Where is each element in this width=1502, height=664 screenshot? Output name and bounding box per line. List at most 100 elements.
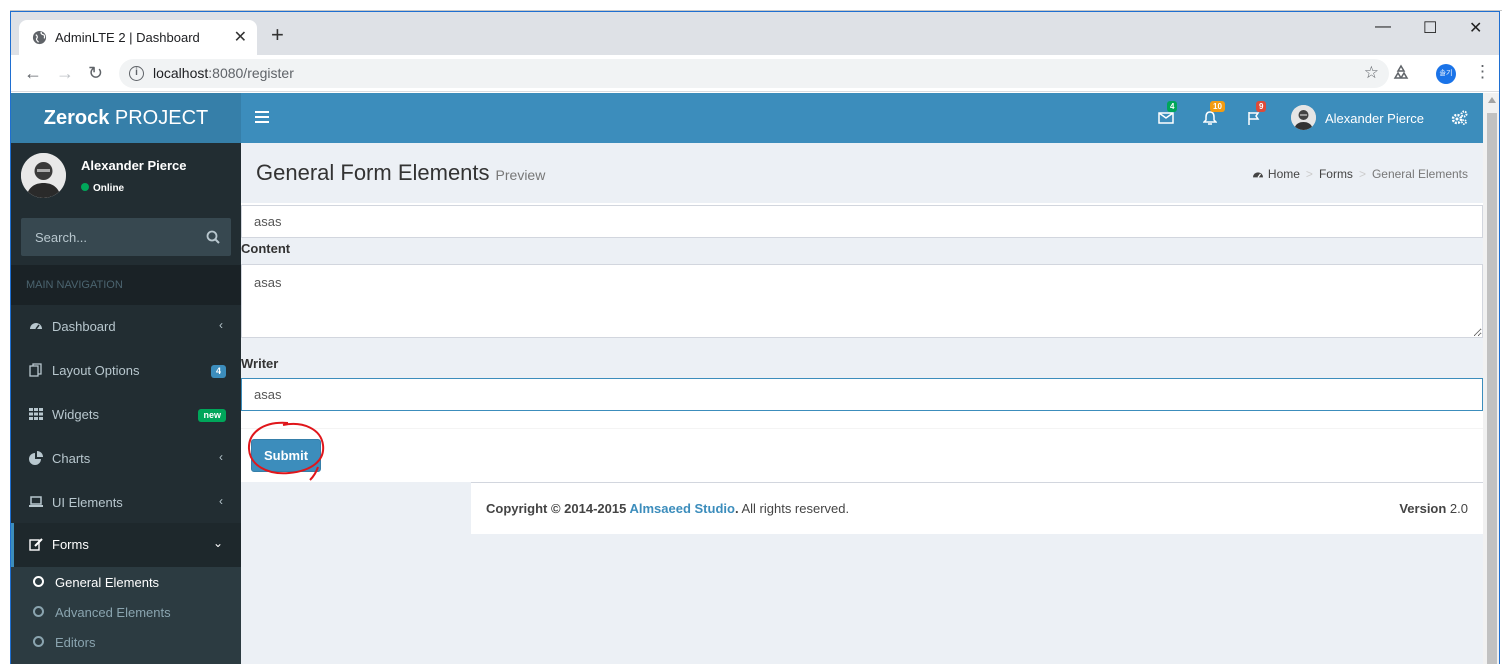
info-icon[interactable]: i	[129, 66, 144, 81]
user-panel: Alexander Pierce Online	[11, 143, 241, 203]
submenu-item-editors[interactable]: Editors	[11, 627, 241, 657]
browser-tab[interactable]: AdminLTE 2 | Dashboard ✕	[19, 20, 257, 55]
address-bar: ← → ↻ i localhost:8080/register ☆ 솔기 ⋮	[11, 55, 1499, 92]
flag-icon	[1248, 112, 1260, 125]
sidebar-item-dashboard[interactable]: Dashboard ‹	[11, 305, 241, 349]
envelope-icon	[1158, 112, 1174, 124]
window-close-icon[interactable]: ✕	[1469, 18, 1482, 38]
page-title: General Form Elements Preview	[256, 160, 546, 185]
sidebar-item-label: UI Elements	[52, 495, 123, 510]
sidebar-item-layout-options[interactable]: Layout Options 4	[11, 349, 241, 393]
background-page-strip	[0, 0, 10, 664]
chevron-left-icon: ‹	[219, 494, 223, 508]
layout-badge: 4	[210, 365, 226, 378]
red-annotation-circle	[247, 421, 325, 481]
content-wrapper: General Form Elements Preview Home > Forms >…	[241, 143, 1483, 664]
writer-input[interactable]	[241, 378, 1483, 411]
breadcrumb: Home > Forms > General Elements	[1252, 167, 1468, 181]
sidebar-item-label: Widgets	[52, 407, 99, 422]
messages-badge: 4	[1167, 101, 1178, 112]
tab-title: AdminLTE 2 | Dashboard	[55, 30, 200, 45]
bookmark-star-icon[interactable]: ☆	[1364, 63, 1379, 83]
close-tab-icon[interactable]: ✕	[234, 27, 247, 47]
company-link[interactable]: Almsaeed Studio	[629, 501, 734, 516]
breadcrumb-forms[interactable]: Forms	[1319, 167, 1353, 181]
sidebar-item-ui-elements[interactable]: UI Elements ‹	[11, 481, 241, 525]
sidebar-item-forms[interactable]: Forms ⌄	[11, 523, 241, 567]
background-page-top	[0, 0, 1502, 11]
circle-icon	[33, 606, 44, 617]
chevron-left-icon: ‹	[219, 318, 223, 332]
forms-submenu: General Elements Advanced Elements Edito…	[11, 567, 241, 664]
scroll-up-icon[interactable]	[1488, 97, 1496, 103]
files-icon	[29, 363, 42, 377]
writer-label: Writer	[241, 338, 1483, 378]
widgets-badge: new	[198, 409, 226, 422]
submenu-label: Editors	[55, 635, 96, 650]
th-icon	[29, 408, 43, 420]
minimize-icon[interactable]: —	[1375, 18, 1391, 36]
title-input[interactable]	[241, 205, 1483, 238]
edit-icon	[29, 538, 43, 551]
reload-icon[interactable]: ↻	[88, 63, 103, 83]
copyright: Copyright © 2014-2015 Almsaeed Studio. A…	[486, 501, 850, 516]
browser-menu-icon[interactable]: ⋮	[1474, 62, 1491, 82]
sidebar-user-name: Alexander Pierce	[81, 158, 187, 173]
dashboard-icon	[1252, 172, 1263, 178]
gears-icon[interactable]	[1451, 110, 1468, 126]
content-label: Content	[241, 238, 1483, 264]
back-icon[interactable]: ←	[24, 63, 42, 83]
app-logo[interactable]: Zerock PROJECT	[11, 93, 241, 143]
submenu-item-advanced-elements[interactable]: Advanced Elements	[11, 597, 241, 627]
circle-icon	[33, 576, 44, 587]
content-textarea[interactable]: asas	[241, 264, 1483, 338]
new-tab-icon[interactable]: +	[271, 24, 284, 46]
tab-bar: AdminLTE 2 | Dashboard ✕ + — ☐ ✕	[11, 12, 1499, 55]
sidebar-search	[21, 218, 231, 256]
avatar	[21, 153, 66, 198]
sidebar-item-label: Charts	[52, 451, 91, 466]
sidebar-toggle-icon[interactable]	[255, 111, 269, 123]
circle-icon	[33, 636, 44, 647]
breadcrumb-current: General Elements	[1371, 167, 1468, 181]
url-field[interactable]: i localhost:8080/register ☆	[119, 59, 1389, 88]
sidebar-item-label: Layout Options	[52, 363, 140, 378]
url-text: localhost:8080/register	[153, 65, 294, 81]
page-scrollbar[interactable]	[1483, 93, 1499, 664]
notifications-menu[interactable]: 10	[1203, 101, 1225, 129]
sidebar-item-label: Forms	[52, 537, 89, 552]
sidebar-item-widgets[interactable]: Widgets new	[11, 393, 241, 437]
forward-icon[interactable]: →	[56, 63, 74, 83]
avatar	[1291, 105, 1316, 130]
extension-recycle-icon[interactable]	[1392, 64, 1410, 82]
chevron-left-icon: ‹	[219, 450, 223, 464]
submenu-label: Advanced Elements	[55, 605, 171, 620]
maximize-icon[interactable]: ☐	[1423, 18, 1437, 38]
laptop-icon	[29, 496, 43, 507]
status-badge: Online	[81, 183, 124, 194]
search-icon[interactable]	[206, 230, 220, 244]
scrollbar-thumb[interactable]	[1487, 113, 1497, 664]
form-box: Content asas Writer	[241, 203, 1483, 428]
notifications-badge: 10	[1210, 101, 1225, 112]
profile-avatar[interactable]: 솔기	[1436, 64, 1456, 84]
browser-window: AdminLTE 2 | Dashboard ✕ + — ☐ ✕ ← → ↻ i…	[10, 11, 1500, 664]
messages-menu[interactable]: 4	[1158, 101, 1180, 129]
submenu-item-general-elements[interactable]: General Elements	[11, 567, 241, 597]
form-footer: Submit	[241, 421, 1483, 482]
version-info: Version 2.0	[1399, 501, 1468, 516]
sidebar: Alexander Pierce Online MAIN NAVIGATION …	[11, 143, 241, 664]
breadcrumb-home[interactable]: Home	[1268, 167, 1300, 181]
online-dot-icon	[81, 183, 89, 192]
navbar-user-name: Alexander Pierce	[1325, 111, 1424, 126]
page-subtitle: Preview	[495, 167, 546, 183]
sidebar-item-charts[interactable]: Charts ‹	[11, 437, 241, 481]
bell-icon	[1203, 111, 1217, 125]
admin-app: Zerock PROJECT 4 10 9 Alexander Pierce A…	[11, 93, 1483, 664]
nav-header: MAIN NAVIGATION	[11, 265, 241, 305]
tasks-menu[interactable]: 9	[1247, 101, 1269, 129]
tasks-badge: 9	[1256, 101, 1267, 112]
search-input[interactable]	[21, 218, 201, 256]
dashboard-icon	[30, 323, 42, 330]
top-navbar: 4 10 9 Alexander Pierce	[241, 93, 1483, 143]
